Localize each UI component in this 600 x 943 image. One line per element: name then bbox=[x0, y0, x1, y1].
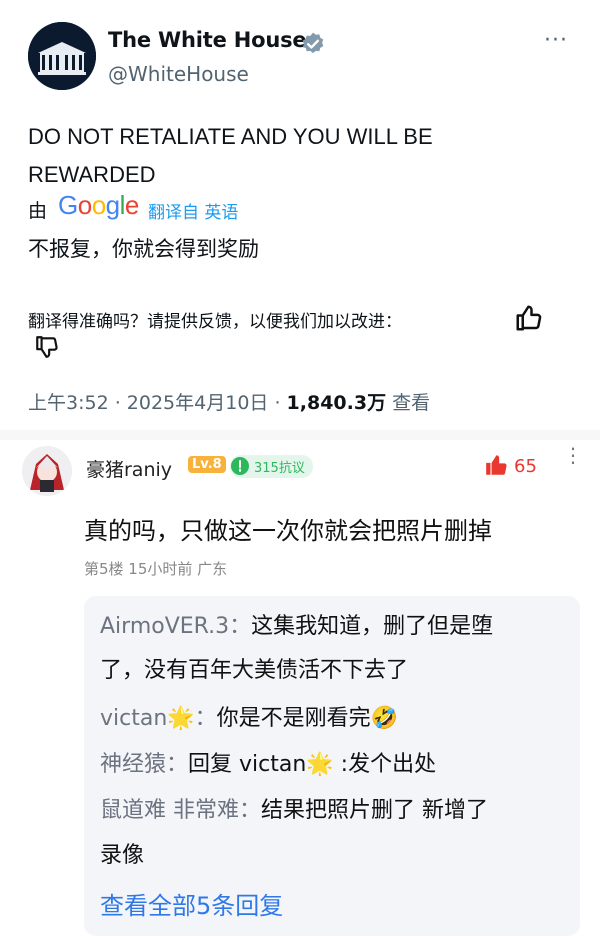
section-divider bbox=[0, 430, 600, 440]
reply-text: 了，没有百年大美债活不下去了 bbox=[100, 658, 409, 683]
white-house-avatar[interactable] bbox=[28, 22, 96, 90]
reply-user[interactable]: victan🌟： bbox=[100, 706, 217, 731]
reply-text: 结果把照片删了 新增了 bbox=[261, 798, 488, 823]
level-badge: Lv.8 bbox=[188, 456, 226, 473]
translated-from-link[interactable]: 翻译自 英语 bbox=[148, 198, 238, 223]
tweet-meta: 上午3:52 · 2025年4月10日 · 1,840.3万 查看 bbox=[28, 388, 430, 415]
diamond-icon bbox=[230, 456, 250, 476]
commenter-name[interactable]: 豪猪raniy bbox=[86, 455, 172, 482]
tweet-timestamp[interactable]: 上午3:52 · 2025年4月10日 · bbox=[28, 392, 287, 414]
commenter-avatar[interactable] bbox=[22, 446, 72, 496]
reply-text: 录像 bbox=[100, 843, 145, 868]
reply-line[interactable]: 神经猿：回复 victan🌟 :发个出处 bbox=[100, 745, 436, 785]
verified-badge-icon bbox=[300, 31, 326, 57]
thumbs-up-icon[interactable] bbox=[514, 303, 544, 333]
reply-line[interactable]: victan🌟：你是不是刚看完🤣 bbox=[100, 699, 398, 739]
translated-by-label: 由 bbox=[28, 200, 48, 222]
reply-text: 回复 victan🌟 :发个出处 bbox=[188, 752, 437, 777]
reply-line[interactable]: 了，没有百年大美债活不下去了 bbox=[100, 651, 408, 691]
account-handle[interactable]: @WhiteHouse bbox=[108, 62, 249, 86]
reply-line[interactable]: AirmoVER.3：这集我知道，删了但是堕 bbox=[100, 607, 493, 647]
reply-user[interactable]: 神经猿： bbox=[100, 752, 188, 777]
reply-line[interactable]: 鼠道难 非常难：结果把照片删了 新增了 bbox=[100, 791, 488, 831]
google-logo: Google bbox=[58, 190, 139, 220]
thumbs-down-icon[interactable] bbox=[34, 334, 60, 360]
reply-line[interactable]: 录像 bbox=[100, 836, 144, 876]
like-count: 65 bbox=[514, 456, 537, 477]
comment-text: 真的吗，只做这一次你就会把照片删掉 bbox=[84, 517, 492, 545]
like-icon[interactable] bbox=[484, 452, 510, 478]
view-all-replies-link[interactable]: 查看全部5条回复 bbox=[100, 886, 283, 921]
reply-user[interactable]: AirmoVER.3： bbox=[100, 614, 251, 639]
tweet-text: DO NOT RETALIATE AND YOU WILL BE REWARDE… bbox=[28, 118, 548, 194]
more-icon[interactable]: ··· bbox=[544, 28, 568, 53]
comment-meta: 第5楼 15小时前 广东 bbox=[84, 560, 228, 578]
views-label: 查看 bbox=[392, 392, 431, 414]
translation-text: 不报复，你就会得到奖励 bbox=[28, 237, 259, 261]
reply-user[interactable]: 鼠道难 非常难： bbox=[100, 798, 261, 823]
tweet-text-line: DO NOT RETALIATE AND YOU WILL BE bbox=[28, 124, 433, 149]
comment-more-icon[interactable]: ⋮ bbox=[563, 445, 583, 465]
tweet-text-line: REWARDED bbox=[28, 162, 156, 187]
reply-text: 这集我知道，删了但是堕 bbox=[251, 614, 494, 639]
reply-text: 你是不是刚看完🤣 bbox=[216, 706, 399, 731]
translation-feedback-prompt: 翻译得准确吗？请提供反馈，以便我们加以改进： bbox=[28, 312, 402, 332]
view-count: 1,840.3万 bbox=[286, 392, 387, 414]
account-name[interactable]: The White House bbox=[108, 28, 307, 52]
